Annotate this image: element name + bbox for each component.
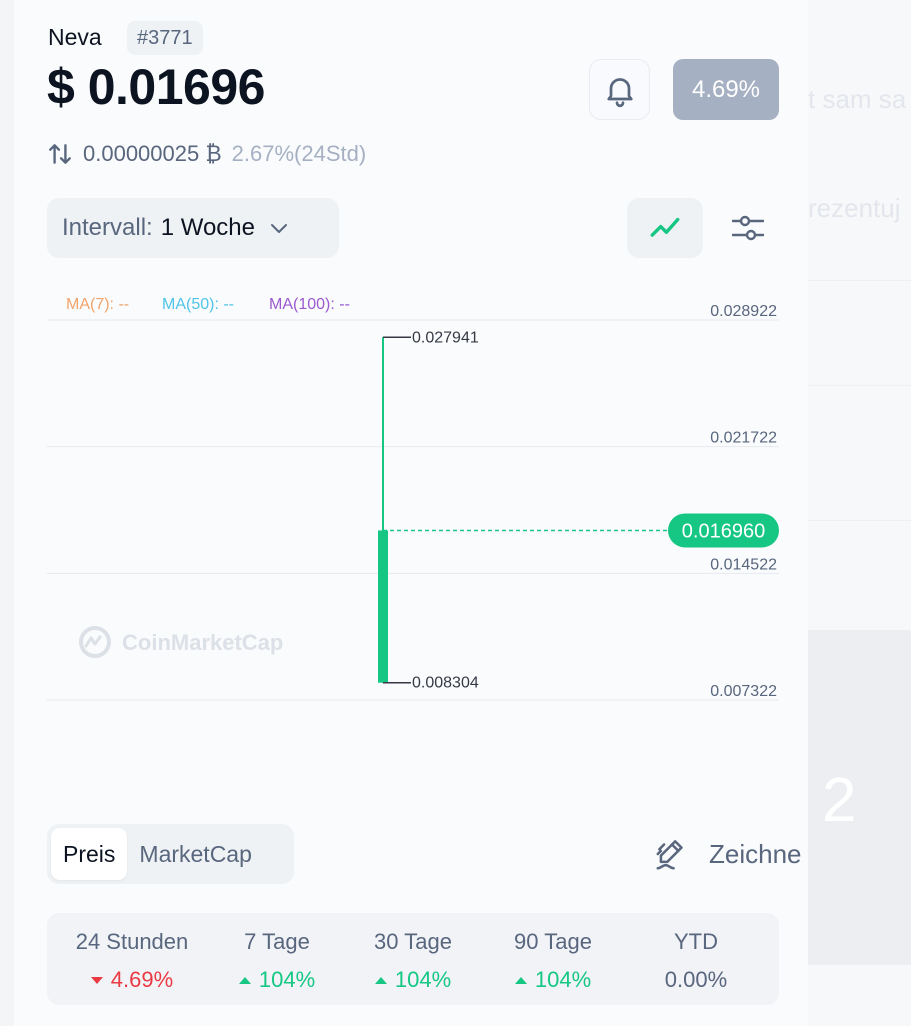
interval-value: 1 Woche	[160, 214, 255, 241]
rank-badge: #3771	[127, 21, 203, 55]
up-arrow-icon	[514, 976, 527, 984]
low-label: 0.008304	[412, 675, 479, 692]
bell-icon	[606, 77, 633, 107]
coin-name: Neva	[48, 24, 102, 50]
down-arrow-icon	[90, 976, 103, 984]
ma-legend-item: MA(50): --	[162, 296, 234, 313]
pencil-draw-icon	[656, 840, 683, 870]
tab-marketcap[interactable]: MarketCap	[127, 828, 263, 880]
swap-arrows-icon	[49, 144, 71, 164]
up-arrow-icon	[238, 976, 251, 984]
watermark: CoinMarketCap	[79, 626, 283, 658]
draw-button[interactable]: Zeichne	[653, 832, 802, 876]
trend-line-icon	[650, 217, 680, 237]
coin-price: $ 0.01696	[47, 59, 265, 115]
performance-summary: 24 Stunden 4.69% 7 Tage 104% 30 Tage 104…	[47, 913, 779, 1005]
high-label: 0.027941	[412, 329, 479, 346]
background-panel: t sam sa rezentuj 2	[808, 0, 911, 1026]
btc-change: 2.67%(24Std)	[231, 141, 367, 166]
price-alert-button[interactable]	[589, 59, 650, 120]
price-chart[interactable]: 0.028922 0.021722 0.014522 0.007322 MA(7): …	[0, 280, 800, 720]
btc-price: 0.00000025 ₿	[83, 141, 222, 166]
background-digit: 2	[822, 766, 857, 835]
chart-settings-icon[interactable]	[730, 210, 766, 246]
change-badge: 4.69%	[673, 59, 779, 120]
perf-30d: 30 Tage 104%	[374, 929, 452, 992]
y-tick-label: 0.021722	[710, 430, 777, 447]
interval-dropdown[interactable]: Intervall: 1 Woche	[47, 198, 339, 258]
perf-ytd: YTD 0.00%	[664, 929, 728, 992]
ma-legend-item: MA(100): --	[269, 296, 350, 313]
line-chart-toggle[interactable]	[627, 198, 703, 258]
up-arrow-icon	[374, 976, 387, 984]
svg-text:CoinMarketCap: CoinMarketCap	[122, 630, 283, 655]
perf-90d: 90 Tage 104%	[514, 929, 592, 992]
current-price-label: 0.016960	[682, 520, 765, 542]
candle-body	[378, 530, 388, 683]
perf-7d: 7 Tage 104%	[227, 929, 327, 993]
tab-price[interactable]: Preis	[51, 828, 128, 880]
perf-24h: 24 Stunden 4.69%	[75, 929, 189, 992]
draw-label: Zeichne	[709, 838, 802, 869]
background-text: rezentuj	[808, 193, 901, 223]
chart-type-tabs: Preis MarketCap	[47, 824, 294, 884]
interval-label: Intervall:	[62, 214, 153, 241]
chevron-down-icon	[270, 224, 287, 233]
ma-legend-item: MA(7): --	[66, 296, 129, 313]
y-tick-label: 0.014522	[710, 556, 777, 573]
background-text: t sam sa	[808, 84, 907, 114]
y-tick-label: 0.028922	[710, 303, 777, 320]
btc-price-row: 0.00000025 ₿ 2.67%(24Std)	[47, 140, 366, 168]
y-tick-label: 0.007322	[710, 683, 777, 700]
